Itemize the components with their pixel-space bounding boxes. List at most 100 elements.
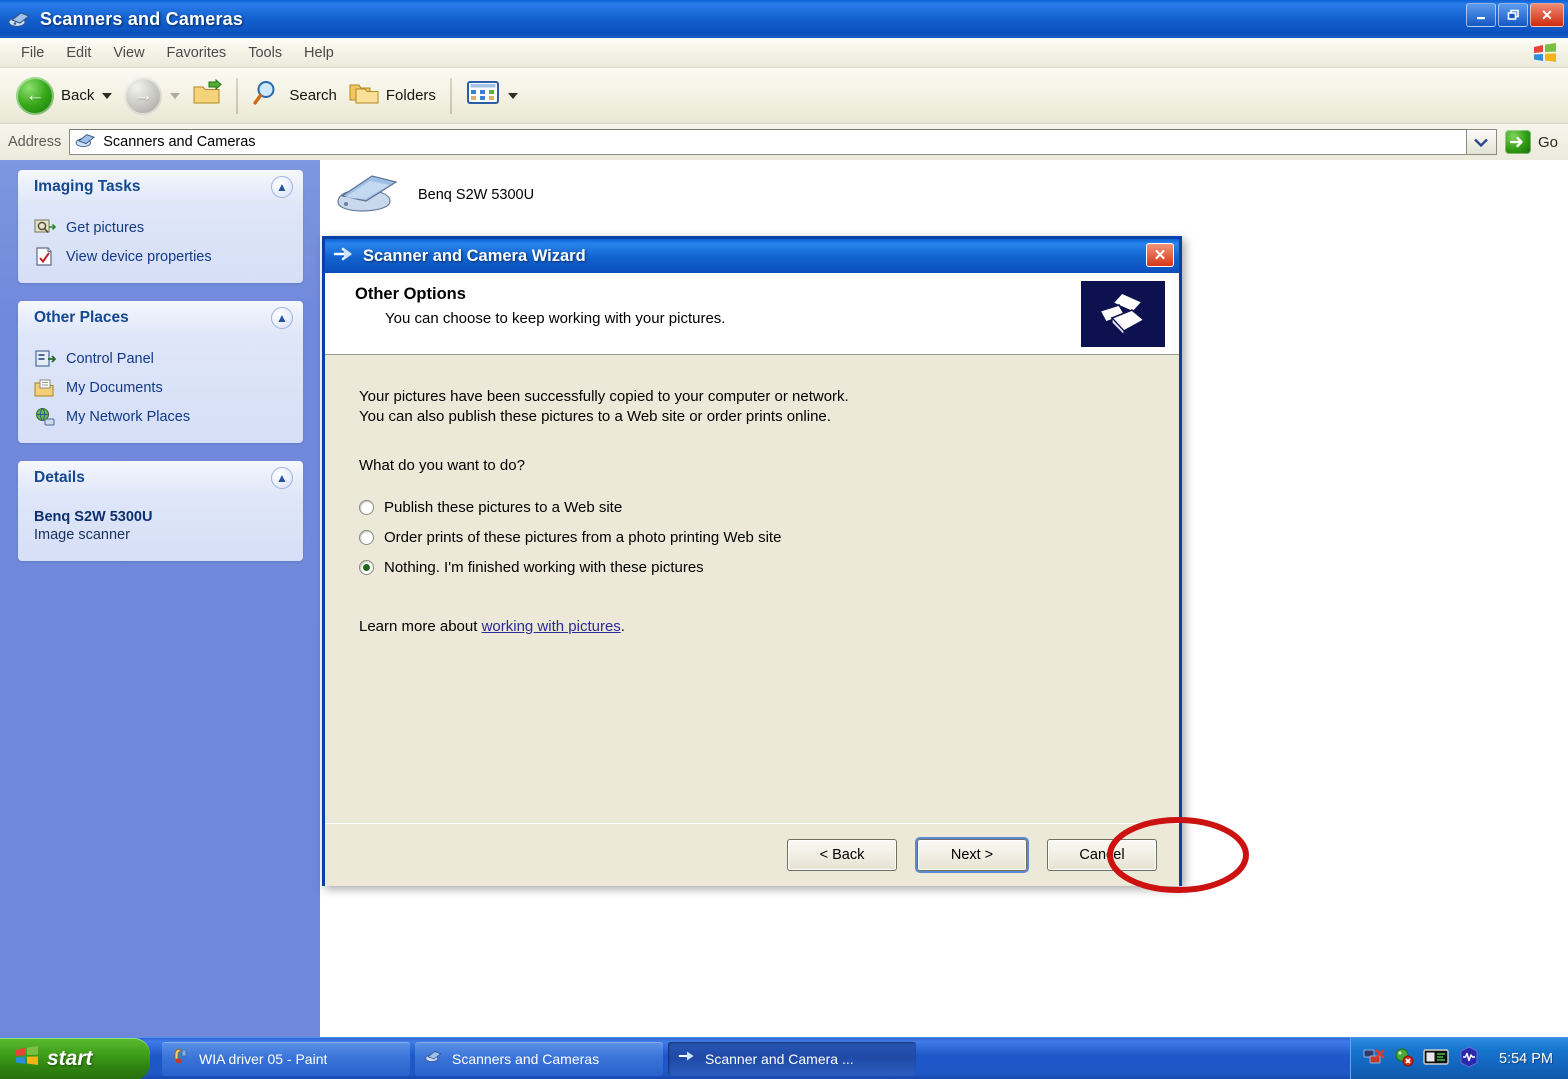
radio-option-order-prints[interactable]: Order prints of these pictures from a ph…	[359, 522, 1179, 552]
sidebar-item-label: View device properties	[66, 248, 212, 265]
wizard-footer: < Back Next > Cancel	[325, 817, 1249, 893]
taskbar-item-scanner-and-camera-wizard[interactable]: Scanner and Camera ...	[668, 1041, 916, 1076]
panel-body-other-places: Control Panel My Documents My Network Pl…	[18, 335, 303, 443]
menu-item-help[interactable]: Help	[293, 42, 345, 64]
radio-icon[interactable]	[359, 499, 374, 515]
display-settings-icon[interactable]	[1423, 1047, 1449, 1072]
menu-item-view[interactable]: View	[102, 42, 155, 64]
antivirus-alert-icon[interactable]	[1393, 1047, 1415, 1072]
cancel-button[interactable]: Cancel	[1047, 839, 1157, 871]
folder-icon	[349, 79, 379, 112]
views-button[interactable]	[460, 74, 524, 118]
my-documents-icon	[34, 378, 56, 398]
restore-button[interactable]	[1498, 3, 1528, 27]
minimize-button[interactable]	[1466, 3, 1496, 27]
device-item[interactable]: Benq S2W 5300U	[332, 168, 534, 221]
forward-dropdown-icon[interactable]	[170, 92, 181, 99]
details-device-name: Benq S2W 5300U	[34, 509, 153, 525]
sidebar-item-label: My Documents	[66, 379, 163, 396]
chevron-up-icon[interactable]: ▲	[271, 307, 293, 329]
address-label: Address	[8, 134, 62, 150]
control-panel-icon	[34, 349, 57, 369]
wizard-heading: Other Options	[355, 285, 466, 303]
sidebar-item-label: My Network Places	[66, 408, 191, 425]
panel-other-places: Other Places ▲ Control Panel My Document…	[18, 301, 303, 443]
address-value: Scanners and Cameras	[103, 134, 256, 150]
wizard-question: What do you want to do?	[359, 457, 525, 474]
panel-header-other-places[interactable]: Other Places ▲	[18, 301, 303, 335]
radio-icon[interactable]	[359, 559, 374, 575]
folders-button[interactable]: Folders	[343, 74, 442, 118]
forward-button[interactable]: →	[118, 74, 186, 118]
sidebar-item-view-device-properties[interactable]: View device properties	[34, 242, 293, 271]
start-button-label: start	[47, 1046, 93, 1070]
sidebar-item-my-documents[interactable]: My Documents	[34, 373, 293, 402]
address-input[interactable]: Scanners and Cameras	[69, 129, 1467, 155]
windows-logo-icon	[14, 1044, 40, 1073]
up-button[interactable]	[186, 74, 228, 118]
menu-item-favorites[interactable]: Favorites	[156, 42, 238, 64]
scanner-camera-icon	[75, 131, 97, 154]
radio-option-label: Order prints of these pictures from a ph…	[384, 528, 782, 546]
back-button[interactable]: < Back	[787, 839, 897, 871]
toolbar-separator-2	[449, 77, 452, 114]
radio-option-publish[interactable]: Publish these pictures to a Web site	[359, 492, 1179, 522]
taskbar-item-paint[interactable]: WIA driver 05 - Paint	[162, 1041, 410, 1076]
back-dropdown-icon[interactable]	[102, 92, 113, 99]
panel-header-details[interactable]: Details ▲	[18, 461, 303, 495]
window-title-bar: Scanners and Cameras ✕	[0, 0, 1568, 38]
chevron-up-icon[interactable]: ▲	[271, 176, 293, 198]
address-dropdown-button[interactable]	[1466, 129, 1497, 155]
search-button[interactable]: Search	[246, 74, 343, 118]
scanner-device-icon	[332, 168, 404, 221]
wizard-body: Your pictures have been successfully cop…	[325, 355, 1179, 823]
back-button-label: Back	[61, 87, 95, 104]
taskbar-item-scanners-and-cameras[interactable]: Scanners and Cameras	[415, 1041, 663, 1076]
panel-body-imaging-tasks: Get pictures View device properties	[18, 204, 303, 283]
wizard-close-button[interactable]: ✕	[1146, 243, 1174, 267]
panel-header-imaging-tasks[interactable]: Imaging Tasks ▲	[18, 170, 303, 204]
wizard-header: Other Options You can choose to keep wor…	[325, 273, 1179, 355]
panel-body-details: Benq S2W 5300U Image scanner	[18, 495, 303, 561]
panel-title: Other Places	[34, 309, 129, 326]
learn-more-prefix: Learn more about	[359, 618, 482, 635]
wizard-title-bar: Scanner and Camera Wizard ✕	[325, 239, 1179, 273]
close-button[interactable]: ✕	[1530, 3, 1564, 27]
next-button[interactable]: Next >	[917, 839, 1027, 871]
start-button[interactable]: start	[0, 1037, 150, 1079]
sidebar-item-control-panel[interactable]: Control Panel	[34, 344, 293, 373]
menu-bar: File Edit View Favorites Tools Help	[0, 38, 1568, 68]
wizard-learn-more: Learn more about working with pictures.	[359, 618, 1179, 635]
green-arrow-icon	[1504, 130, 1531, 154]
panel-title: Details	[34, 469, 85, 486]
menu-item-tools[interactable]: Tools	[237, 42, 293, 64]
sidebar-item-get-pictures[interactable]: Get pictures	[34, 213, 293, 242]
taskbar-item-label: WIA driver 05 - Paint	[199, 1050, 328, 1067]
working-with-pictures-link[interactable]: working with pictures	[482, 618, 621, 635]
sidebar: Imaging Tasks ▲ Get pictures View device…	[0, 160, 320, 1037]
paint-icon	[172, 1047, 190, 1070]
wizard-arrow-icon	[678, 1048, 696, 1069]
sidebar-item-my-network-places[interactable]: My Network Places	[34, 402, 293, 431]
clock[interactable]: 5:54 PM	[1499, 1051, 1553, 1067]
views-grid-icon	[466, 79, 500, 112]
radio-option-nothing[interactable]: Nothing. I'm finished working with these…	[359, 552, 1179, 582]
taskbar-item-label: Scanner and Camera ...	[705, 1050, 854, 1067]
network-disconnected-icon[interactable]	[1363, 1047, 1385, 1072]
views-dropdown-icon[interactable]	[507, 92, 518, 99]
menu-item-edit[interactable]: Edit	[55, 42, 102, 64]
sidebar-item-label: Control Panel	[66, 350, 154, 367]
device-properties-icon	[34, 246, 56, 267]
menu-item-file[interactable]: File	[10, 42, 55, 64]
get-pictures-icon	[34, 218, 57, 238]
go-button[interactable]: Go	[1497, 130, 1568, 154]
system-tray: 5:54 PM	[1350, 1038, 1568, 1079]
toolbar-separator-1	[236, 77, 239, 114]
back-button[interactable]: ← Back	[10, 74, 118, 118]
chevron-up-icon[interactable]: ▲	[271, 467, 293, 489]
scanner-camera-banner-icon	[1081, 281, 1165, 347]
radio-icon[interactable]	[359, 529, 374, 545]
wizard-options-group: Publish these pictures to a Web site Ord…	[359, 492, 1179, 582]
taskbar-item-label: Scanners and Cameras	[452, 1050, 600, 1067]
audio-wave-icon[interactable]	[1457, 1045, 1481, 1073]
